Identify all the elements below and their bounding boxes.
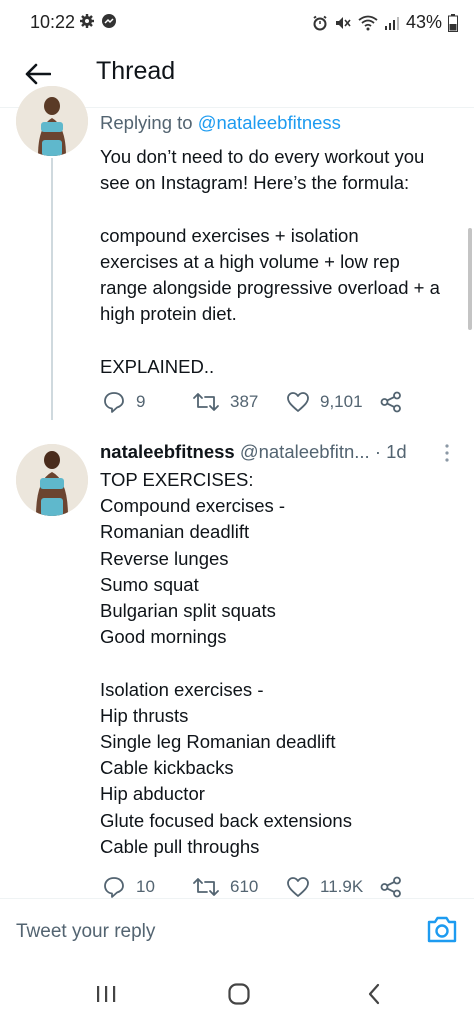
like-button[interactable]: 11.9K	[286, 873, 363, 901]
tweet-text: You don’t need to do every workout you s…	[100, 146, 440, 377]
tweet-header: nataleebfitness @nataleebfitn... · 1d	[100, 441, 436, 463]
gear-icon	[80, 14, 94, 28]
thread-connector	[51, 158, 53, 420]
home-button[interactable]	[225, 980, 253, 1008]
like-count: 9,101	[320, 392, 363, 411]
camera-button[interactable]	[426, 914, 458, 946]
tweet-actions: 10 610 11.9K	[100, 873, 410, 901]
avatar[interactable]	[16, 86, 88, 156]
arrow-left-icon	[25, 63, 51, 85]
like-button[interactable]: 9,101	[286, 388, 363, 416]
signal-icon	[384, 16, 399, 30]
reply-button[interactable]: 9	[102, 388, 145, 416]
retweet-button[interactable]: 610	[192, 873, 258, 901]
home-icon	[228, 983, 250, 1005]
replying-handle-link[interactable]: @nataleebfitness	[198, 112, 341, 133]
retweet-button[interactable]: 387	[192, 388, 258, 416]
reply-input[interactable]: Tweet your reply	[16, 921, 155, 943]
reply-count: 9	[136, 392, 146, 411]
camera-icon	[427, 916, 457, 943]
recent-apps-button[interactable]	[92, 980, 120, 1008]
status-time: 10:22	[30, 12, 76, 32]
status-bar: 10:22 43%	[0, 0, 474, 44]
avatar-image	[16, 86, 88, 156]
retweet-count: 610	[230, 877, 259, 896]
wifi-icon	[358, 15, 378, 30]
reply-composer[interactable]: Tweet your reply	[0, 898, 474, 962]
battery-level: 43%	[405, 12, 442, 32]
more-options-button[interactable]	[440, 442, 454, 464]
scrollbar[interactable]	[468, 228, 472, 330]
heart-icon	[287, 877, 309, 897]
system-back-button[interactable]	[360, 980, 388, 1008]
retweet-count: 387	[230, 392, 259, 411]
recent-apps-icon	[97, 986, 116, 1002]
share-button[interactable]	[380, 388, 402, 416]
author-name[interactable]: nataleebfitness	[100, 441, 235, 462]
reply-icon	[104, 392, 124, 413]
system-nav-bar	[0, 962, 474, 1026]
share-icon	[380, 391, 401, 413]
tweet-actions: 9 387 9,101	[100, 388, 410, 416]
tweet-text: TOP EXERCISES: Compound exercises - Roma…	[100, 469, 352, 857]
mute-icon	[335, 16, 351, 29]
reply-icon	[104, 877, 124, 898]
retweet-icon	[193, 393, 219, 411]
notification-icons	[79, 13, 117, 29]
battery-icon	[448, 13, 458, 32]
replying-prefix: Replying to	[100, 112, 198, 133]
more-vertical-icon	[445, 444, 449, 462]
alarm-icon	[313, 15, 327, 30]
like-count: 11.9K	[320, 877, 364, 896]
messenger-icon	[102, 14, 116, 28]
avatar-image	[16, 444, 88, 516]
avatar[interactable]	[16, 444, 88, 516]
share-button[interactable]	[380, 873, 402, 901]
heart-icon	[287, 392, 309, 412]
tweet-time: · 1d	[374, 441, 407, 462]
system-icons: 43%	[312, 12, 458, 33]
back-icon	[368, 983, 380, 1005]
replying-to: Replying to @nataleebfitness	[100, 112, 341, 134]
reply-count: 10	[136, 877, 155, 896]
author-handle[interactable]: @nataleebfitn...	[240, 441, 370, 462]
retweet-icon	[193, 878, 219, 896]
page-title: Thread	[96, 57, 176, 85]
reply-button[interactable]: 10	[102, 873, 155, 901]
share-icon	[380, 876, 401, 898]
